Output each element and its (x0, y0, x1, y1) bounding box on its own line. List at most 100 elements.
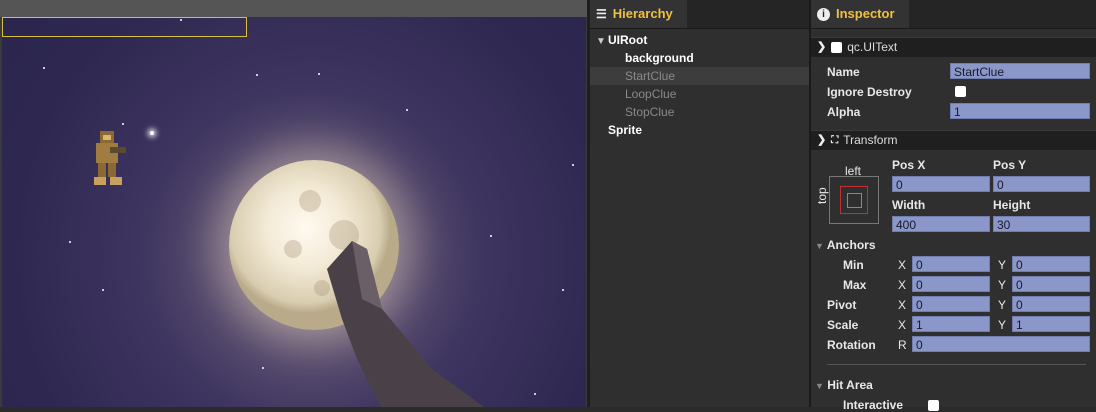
selection-rectangle[interactable] (2, 17, 247, 37)
tree-node-label: Sprite (608, 123, 643, 137)
star (318, 73, 320, 75)
max-label: Max (843, 278, 867, 292)
alpha-label: Alpha (827, 105, 861, 119)
section-divider (827, 364, 1086, 365)
moon-crater (299, 190, 321, 212)
hierarchy-tree: ▼ UIRoot background StartClue LoopClue St… (590, 29, 809, 139)
star (102, 289, 104, 291)
tab-inspector-label: Inspector (836, 6, 895, 21)
rotation-input[interactable]: 0 (912, 336, 1090, 352)
hit-area-foldout[interactable]: ▼ Hit Area (815, 378, 873, 392)
name-input[interactable]: StartClue (950, 63, 1090, 79)
move-icon: ⛶ (831, 135, 839, 146)
triangle-down-icon: ▼ (815, 241, 824, 251)
min-x-letter: X (898, 258, 907, 272)
anchor-preset-frame (840, 186, 868, 214)
scale-x-letter: X (898, 318, 907, 332)
name-label: Name (827, 65, 860, 79)
tree-node-label: StartClue (625, 69, 676, 83)
star (43, 67, 45, 69)
pivot-y-letter: Y (998, 298, 1007, 312)
uitext-section-header[interactable]: ❯ qc.UIText (811, 37, 1096, 57)
tree-node-label: LoopClue (625, 87, 677, 101)
scene-view[interactable] (0, 0, 587, 407)
scale-y-input[interactable]: 1 (1012, 316, 1090, 332)
width-label: Width (892, 198, 926, 212)
tree-node-loopclue[interactable]: LoopClue (590, 85, 809, 103)
triangle-down-icon: ▼ (815, 381, 824, 391)
list-icon: ☰ (596, 7, 607, 21)
rotation-label: Rotation (827, 338, 876, 352)
hit-area-label: Hit Area (827, 378, 873, 392)
scale-y-letter: Y (998, 318, 1007, 332)
star (69, 241, 71, 243)
tab-hierarchy-label: Hierarchy (612, 6, 673, 21)
tree-node-label: StopClue (625, 105, 675, 119)
posy-label: Pos Y (993, 158, 1027, 172)
transform-title: Transform (843, 133, 898, 147)
interactive-checkbox[interactable] (928, 400, 939, 411)
chevron-down-icon[interactable]: ❯ (817, 131, 826, 150)
inspector-tabbar: i Inspector (811, 0, 1096, 29)
star (534, 393, 536, 395)
posx-label: Pos X (892, 158, 926, 172)
component-enabled-checkbox[interactable] (831, 42, 843, 53)
chevron-down-icon[interactable]: ❯ (817, 38, 826, 57)
anchor-preset-button[interactable] (829, 176, 879, 224)
pivot-label: Pivot (827, 298, 857, 312)
min-y-letter: Y (998, 258, 1007, 272)
star (122, 123, 124, 125)
max-y-input[interactable]: 0 (1012, 276, 1090, 292)
tree-node-stopclue[interactable]: StopClue (590, 103, 809, 121)
star (572, 164, 574, 166)
rock-spire (327, 241, 485, 407)
soldier-sprite[interactable] (90, 131, 126, 187)
min-x-input[interactable]: 0 (912, 256, 990, 272)
star (490, 235, 492, 237)
component-title: qc.UIText (847, 40, 898, 54)
tree-node-startclue[interactable]: StartClue (590, 67, 809, 85)
ignore-destroy-checkbox[interactable] (955, 86, 966, 97)
anchors-foldout[interactable]: ▼ Anchors (815, 238, 876, 252)
height-label: Height (993, 198, 1031, 212)
height-input[interactable]: 30 (993, 216, 1090, 232)
posy-input[interactable]: 0 (993, 176, 1090, 192)
tree-node-uiroot[interactable]: ▼ UIRoot (590, 31, 809, 49)
inspector-panel: i Inspector ❯ qc.UIText Name StartClue I… (811, 0, 1096, 412)
posx-input[interactable]: 0 (892, 176, 990, 192)
game-canvas[interactable] (2, 17, 586, 407)
min-y-input[interactable]: 0 (1012, 256, 1090, 272)
star (262, 367, 264, 369)
star (256, 74, 258, 76)
info-icon: i (817, 7, 830, 21)
min-label: Min (843, 258, 864, 272)
scene-toolbar (0, 0, 587, 17)
transform-section-header[interactable]: ❯ ⛶ Transform (811, 130, 1096, 150)
max-y-letter: Y (998, 278, 1007, 292)
tree-node-background[interactable]: background (590, 49, 809, 67)
alpha-input[interactable]: 1 (950, 103, 1090, 119)
hierarchy-panel: ☰ Hierarchy ▼ UIRoot background StartClue… (590, 0, 809, 407)
rotation-r-letter: R (898, 338, 907, 352)
pivot-x-letter: X (898, 298, 907, 312)
pivot-x-input[interactable]: 0 (912, 296, 990, 312)
tree-node-sprite[interactable]: Sprite (590, 121, 809, 139)
ignore-destroy-label: Ignore Destroy (827, 85, 912, 99)
max-x-input[interactable]: 0 (912, 276, 990, 292)
anchors-label: Anchors (826, 238, 876, 252)
star (406, 109, 408, 111)
moon-crater (284, 240, 302, 258)
tab-hierarchy[interactable]: ☰ Hierarchy (590, 0, 687, 28)
tree-node-label: background (625, 51, 694, 65)
hierarchy-tabbar: ☰ Hierarchy (590, 0, 809, 29)
width-input[interactable]: 400 (892, 216, 990, 232)
star (562, 289, 564, 291)
tree-node-label: UIRoot (608, 33, 648, 47)
scale-x-input[interactable]: 1 (912, 316, 990, 332)
pivot-y-input[interactable]: 0 (1012, 296, 1090, 312)
interactive-label: Interactive (843, 398, 904, 412)
anchor-top-label: top (815, 187, 829, 204)
tab-inspector[interactable]: i Inspector (811, 0, 909, 28)
scale-label: Scale (827, 318, 859, 332)
max-x-letter: X (898, 278, 907, 292)
